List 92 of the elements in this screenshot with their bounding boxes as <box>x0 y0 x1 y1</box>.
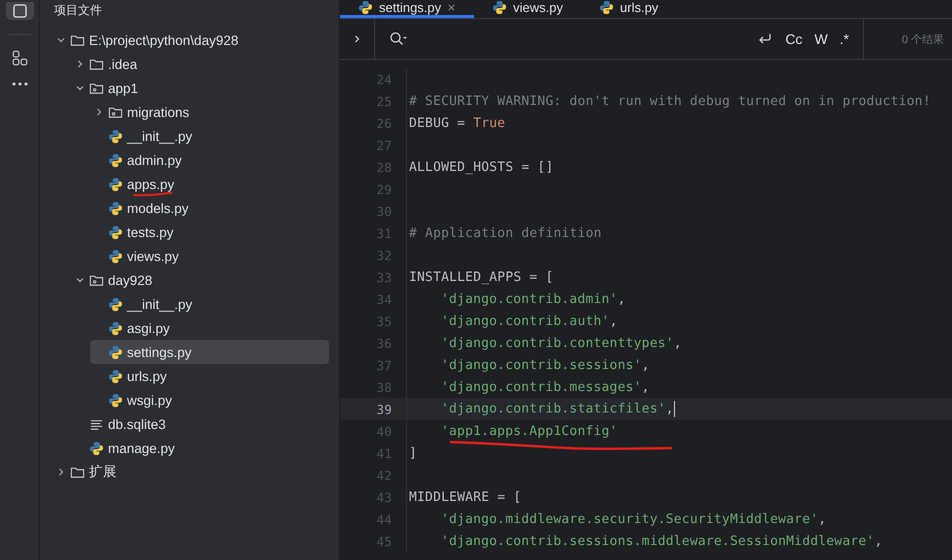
python-file-icon <box>108 128 123 144</box>
code-line: # Application definition <box>409 226 602 240</box>
file-name: app1 <box>108 80 138 96</box>
search-option-toggle[interactable]: W <box>814 31 828 47</box>
tree-item[interactable]: wsgi.py <box>90 388 329 412</box>
search-option-toggle[interactable]: .* <box>840 31 849 47</box>
file-name: wsgi.py <box>127 392 172 408</box>
tree-item[interactable]: __init__.py <box>90 292 329 316</box>
tree-item[interactable]: settings.py <box>90 340 329 364</box>
file-name: urls.py <box>127 368 167 384</box>
chevron-right-icon[interactable] <box>75 59 85 69</box>
file-name: .idea <box>108 56 138 72</box>
python-file-icon <box>108 224 123 240</box>
tree-item[interactable]: 扩展 <box>52 460 329 484</box>
tree-item[interactable]: E:\project\python\day928 <box>52 28 329 52</box>
python-file-icon <box>108 320 123 336</box>
python-file-icon <box>492 0 508 15</box>
python-file-icon <box>89 440 104 456</box>
python-file-icon <box>599 0 614 15</box>
tree-item[interactable]: models.py <box>90 196 329 220</box>
tree-item[interactable]: tests.py <box>90 220 329 244</box>
tree-item[interactable]: views.py <box>90 244 329 268</box>
code-line: 'django.middleware.security.SecurityMiddleware', <box>441 512 826 526</box>
python-file-icon <box>108 344 123 360</box>
code-line: 'django.contrib.messages', <box>441 380 650 394</box>
file-name: views.py <box>127 248 179 264</box>
tree-item[interactable]: app1 <box>71 76 329 100</box>
code-line: MIDDLEWARE = [ <box>409 490 522 504</box>
editor-tab[interactable]: urls.py <box>581 0 676 18</box>
match-count: 0 个结果 <box>900 32 945 48</box>
python-file-icon <box>108 152 123 168</box>
window-icon <box>12 3 28 19</box>
tree-item[interactable]: asgi.py <box>90 316 329 340</box>
code-line: 'django.contrib.admin', <box>441 292 626 306</box>
editor-tab[interactable]: views.py <box>474 0 582 18</box>
tree-item[interactable]: urls.py <box>90 364 329 388</box>
tree-item[interactable]: db.sqlite3 <box>71 412 329 436</box>
code-line: DEBUG = True <box>409 116 506 130</box>
file-name: asgi.py <box>127 320 170 336</box>
code-line: 'django.contrib.sessions', <box>441 358 650 372</box>
file-name: __init__.py <box>127 296 192 312</box>
search-field[interactable]: Cc W .* <box>375 19 864 59</box>
tree-item[interactable]: day928 <box>71 268 329 292</box>
editor-tab[interactable]: settings.py <box>340 0 474 18</box>
code-line: ALLOWED_HOSTS = [] <box>409 160 554 174</box>
file-name: settings.py <box>127 344 192 360</box>
tree-item[interactable]: __init__.py <box>90 124 329 148</box>
file-name: 扩展 <box>89 463 117 481</box>
project-tool-button[interactable] <box>6 2 34 20</box>
file-name: db.sqlite3 <box>108 416 166 432</box>
python-file-icon <box>108 200 123 216</box>
python-file-icon <box>108 176 123 192</box>
file-name: E:\project\python\day928 <box>89 32 238 48</box>
file-name: apps.py <box>127 176 174 192</box>
python-file-icon <box>108 248 123 264</box>
structure-icon[interactable] <box>10 49 28 67</box>
tree-item[interactable]: .idea <box>71 52 329 76</box>
tree-item[interactable]: manage.py <box>71 436 329 460</box>
close-icon[interactable] <box>447 3 456 12</box>
search-icon <box>389 31 407 47</box>
python-file-icon <box>108 368 123 384</box>
chevron-right-icon[interactable] <box>352 34 362 44</box>
file-name: __init__.py <box>127 128 192 144</box>
code-line: 'django.contrib.sessions.middleware.SessionMiddleware', <box>441 534 882 548</box>
code-line: 'app1.apps.App1Config' <box>441 424 618 438</box>
file-name: manage.py <box>108 440 175 456</box>
tree-item[interactable]: admin.py <box>90 148 329 172</box>
tree-item[interactable]: apps.py <box>90 172 329 196</box>
file-name: day928 <box>108 272 152 288</box>
python-file-icon <box>108 296 123 312</box>
panel-title[interactable]: 项目文件 <box>40 0 102 20</box>
python-file-icon <box>358 0 373 15</box>
python-file-icon <box>108 392 123 408</box>
file-name: models.py <box>127 200 189 216</box>
code-line: # SECURITY WARNING: don't run with debug turned on in production! <box>409 94 931 108</box>
code-line: ] <box>409 446 418 460</box>
code-line: 'django.contrib.contenttypes', <box>441 336 682 350</box>
code-line: INSTALLED_APPS = [ <box>409 270 554 284</box>
chevron-down-icon[interactable] <box>75 275 85 285</box>
chevron-down-icon[interactable] <box>75 83 85 93</box>
file-name: admin.py <box>127 152 182 168</box>
more-icon[interactable] <box>10 81 28 87</box>
file-name: tests.py <box>127 224 174 240</box>
code-line: 'django.contrib.auth', <box>441 314 618 328</box>
chevron-right-icon[interactable] <box>56 467 66 477</box>
chevron-right-icon[interactable] <box>94 107 104 117</box>
search-option-toggle[interactable]: Cc <box>785 31 802 47</box>
line-number: 39 <box>376 402 392 416</box>
file-name: migrations <box>127 104 190 120</box>
code-line: 'django.contrib.staticfiles', <box>441 401 676 417</box>
tree-item[interactable]: migrations <box>90 100 329 124</box>
chevron-down-icon[interactable] <box>56 35 66 45</box>
